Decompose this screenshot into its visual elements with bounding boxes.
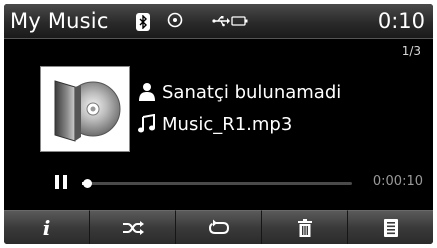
- shuffle-icon: [122, 220, 144, 235]
- bluetooth-icon: [136, 13, 150, 31]
- progress-bar[interactable]: [82, 179, 352, 188]
- delete-button[interactable]: [262, 210, 348, 244]
- bottom-toolbar: i: [4, 210, 433, 244]
- album-placeholder-icon: [54, 80, 121, 142]
- shuffle-button[interactable]: [90, 210, 176, 244]
- display-panel: My Music 0:10 1/3 Sanatçi bulunamadi Mus…: [4, 4, 433, 244]
- clock: 0:10: [377, 9, 425, 33]
- album-art: [40, 66, 130, 152]
- music-note-icon: [138, 114, 155, 133]
- track-index: 1/3: [401, 44, 421, 58]
- page-title: My Music: [10, 9, 109, 33]
- progress-knob[interactable]: [83, 179, 93, 188]
- status-bar: My Music 0:10: [4, 4, 433, 39]
- song-filename: Music_R1.mp3: [162, 114, 293, 135]
- repeat-button[interactable]: [176, 210, 262, 244]
- person-icon: [139, 83, 155, 101]
- list-icon: [383, 218, 398, 237]
- usb-icon: [212, 16, 230, 27]
- repeat-icon: [208, 219, 229, 234]
- list-button[interactable]: [348, 210, 433, 244]
- pause-icon[interactable]: [54, 174, 68, 190]
- info-icon: i: [42, 215, 51, 240]
- elapsed-time: 0:00:10: [372, 174, 423, 189]
- artist-name: Sanatçi bulunamadi: [162, 82, 342, 103]
- info-button[interactable]: i: [4, 210, 90, 244]
- music-player-screen: My Music 0:10 1/3 Sanatçi bulunamadi Mus…: [0, 0, 437, 248]
- disc-icon: [167, 12, 183, 28]
- trash-icon: [297, 218, 312, 237]
- battery-icon: [231, 16, 248, 26]
